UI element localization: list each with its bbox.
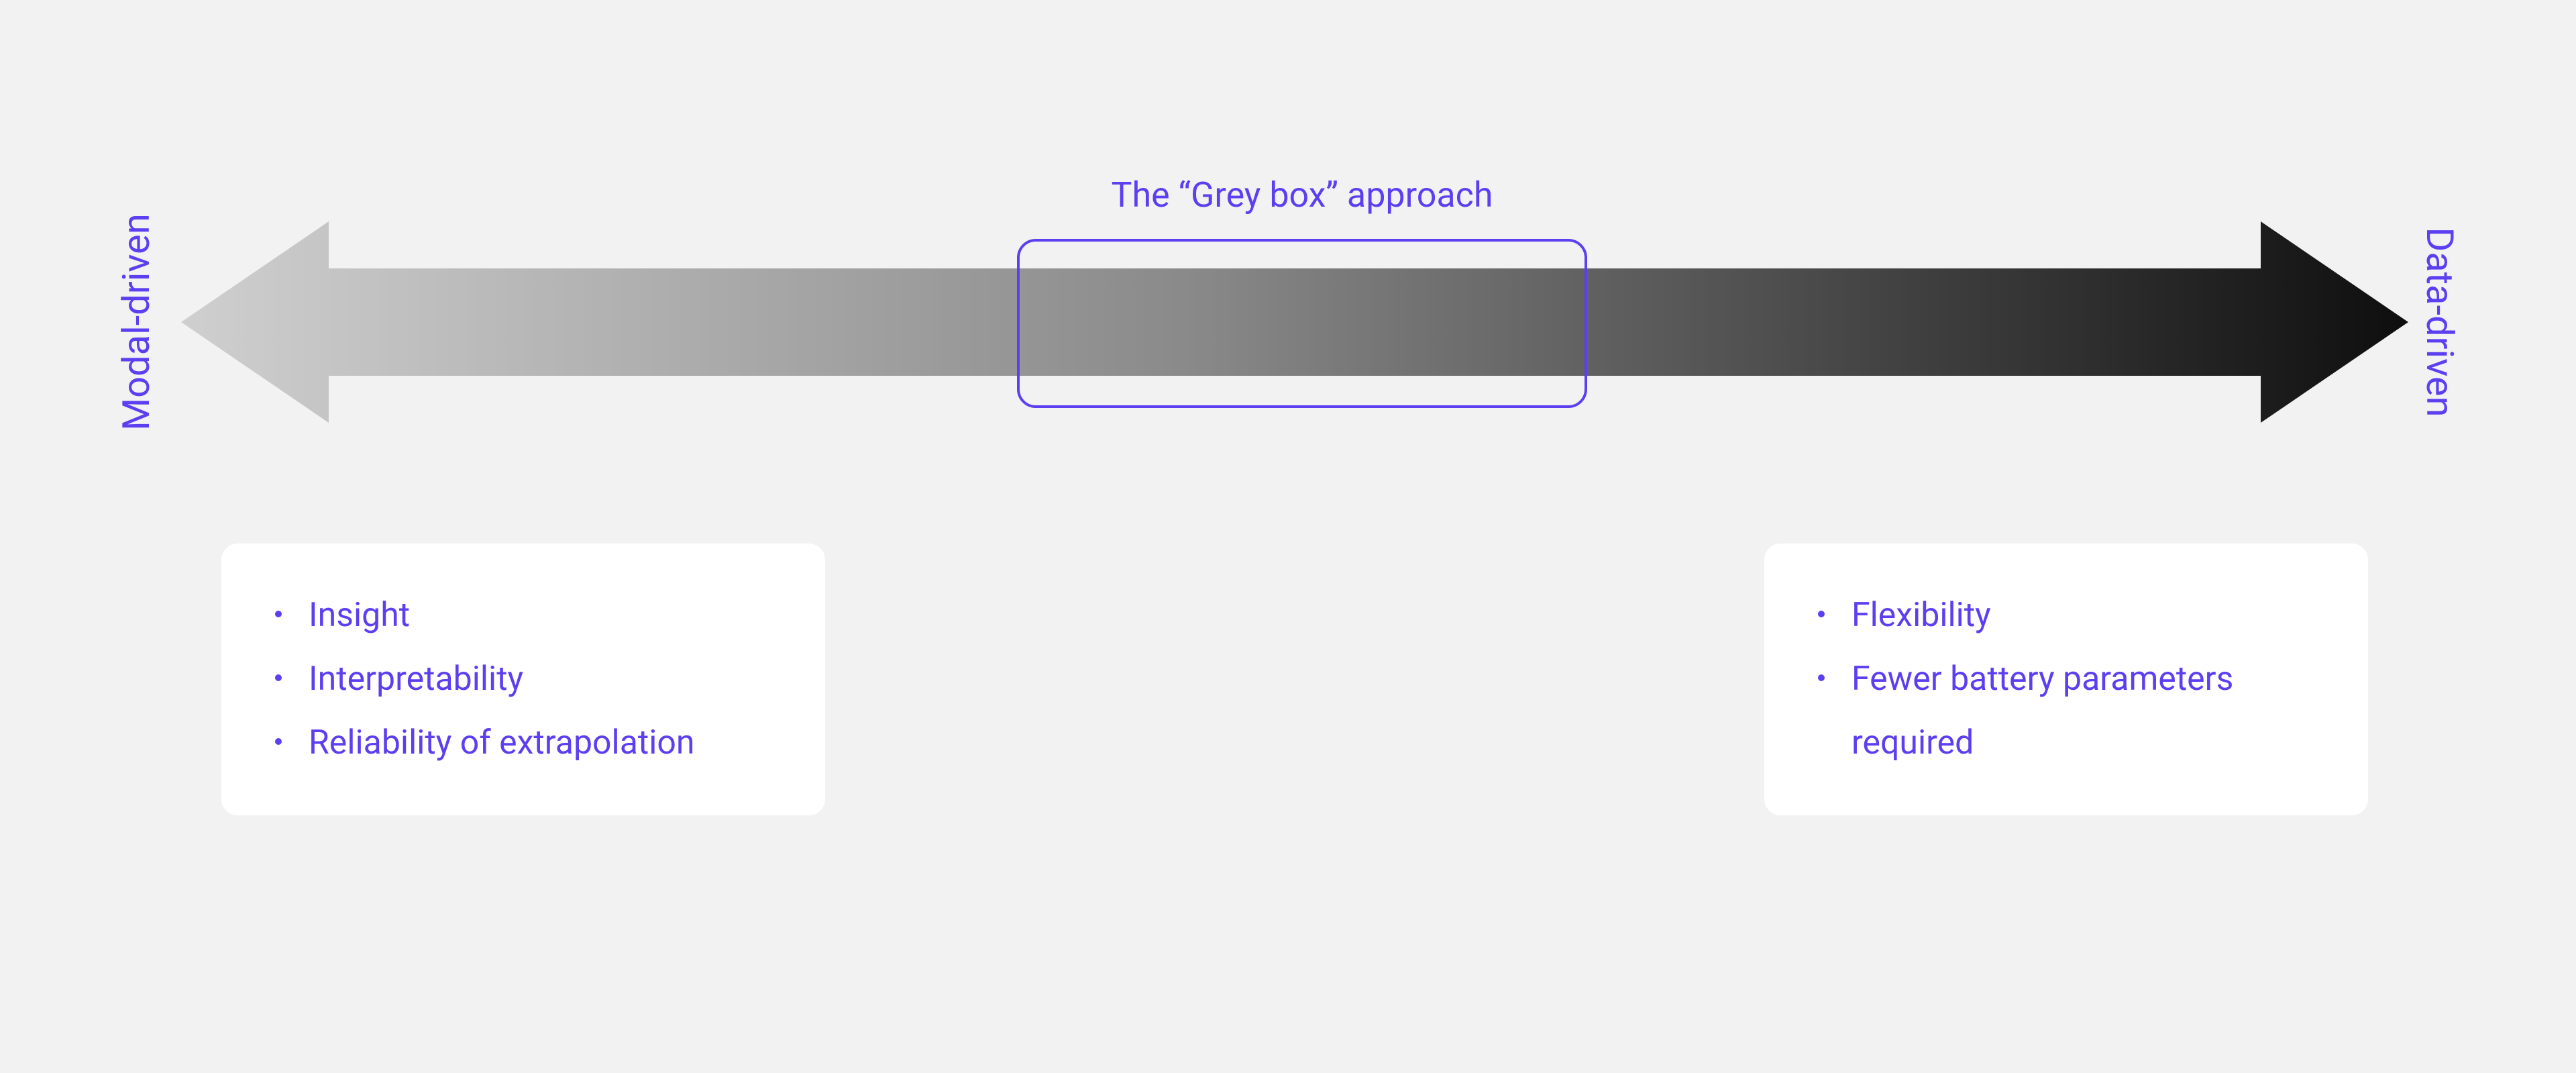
data-driven-attributes-list: Flexibility Fewer battery parameters req… [1818, 584, 2321, 775]
model-driven-attributes-card: Insight Interpretability Reliability of … [221, 544, 825, 815]
grey-box-outline [1017, 239, 1587, 408]
list-item: Flexibility [1818, 584, 2321, 648]
list-item: Fewer battery parameters required [1818, 648, 2321, 775]
axis-label-right: Data-driven [2418, 227, 2462, 417]
diagram-canvas: The “Grey box” approach Modal-driven Dat… [0, 0, 2576, 1073]
grey-box-label: The “Grey box” approach [1017, 174, 1587, 215]
model-driven-attributes-list: Insight Interpretability Reliability of … [275, 584, 778, 775]
data-driven-attributes-card: Flexibility Fewer battery parameters req… [1764, 544, 2368, 815]
list-item: Insight [275, 584, 778, 648]
axis-label-left: Modal-driven [114, 213, 158, 431]
list-item: Interpretability [275, 648, 778, 711]
list-item: Reliability of extrapolation [275, 711, 778, 775]
